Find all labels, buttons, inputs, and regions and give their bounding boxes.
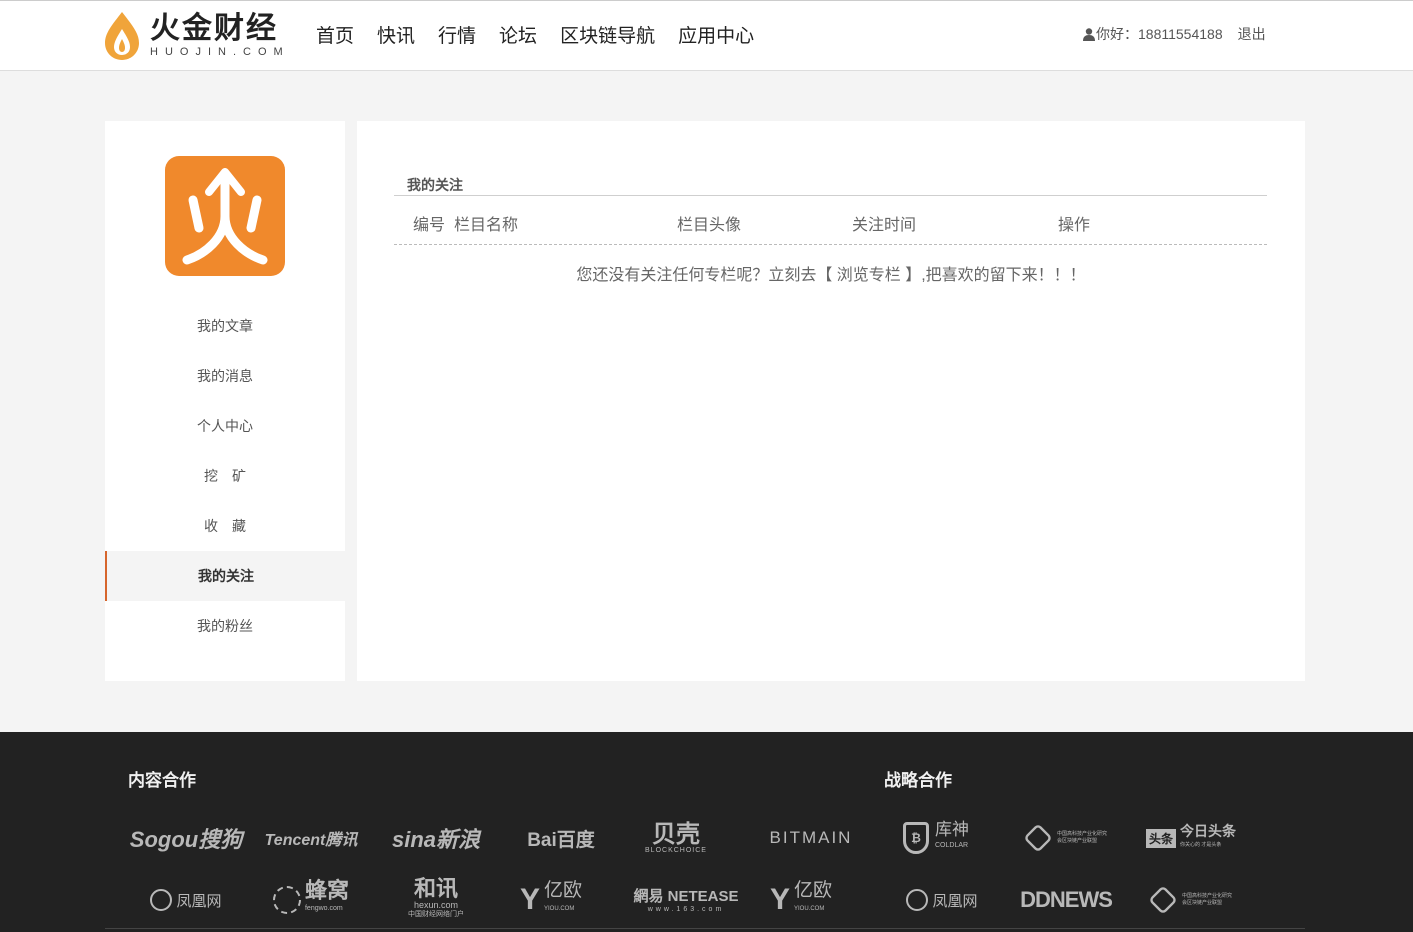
footer-divider: [105, 928, 1305, 929]
fengwo-net-icon: [272, 886, 301, 914]
footer: 内容合作 战略合作 Sogou搜狗 Tencent腾讯 sina新浪 Bai百度…: [0, 732, 1413, 932]
avatar-logo-icon: [182, 168, 268, 265]
partner-logo-baidu[interactable]: Bai百度: [501, 818, 621, 858]
column-header-number: 编号: [413, 217, 446, 234]
partner-baidu-text: Bai百度: [527, 829, 595, 851]
sidebar-item-my-messages[interactable]: 我的消息: [105, 351, 345, 401]
content-partners-title: 内容合作: [128, 771, 196, 790]
section-title: 我的关注: [407, 177, 463, 193]
main-nav: 首页 快讯 行情 论坛 区块链导航 应用中心: [316, 25, 777, 49]
partner-netease-text: 網易 NETEASE: [633, 887, 739, 905]
kushen-shield-icon: ₿: [903, 822, 929, 854]
strategic-partners-title: 战略合作: [884, 771, 952, 790]
partner-kushen-text: 库神: [935, 820, 969, 839]
partner-logo-sogou[interactable]: Sogou搜狗: [126, 818, 246, 858]
user-area: 你好：18811554188 退出: [1083, 25, 1266, 43]
column-header-actions: 操作: [1058, 217, 1091, 234]
partner-logo-blockchain-alliance-2[interactable]: 中国高科技产业化研究会区块链产业联盟: [1131, 880, 1251, 920]
partner-netease-sub: www.163.com: [647, 905, 725, 913]
ifeng-swirl-icon-2: [906, 889, 929, 911]
partner-sogou-text: Sogou搜狗: [129, 827, 243, 852]
partner-sina-text: sina新浪: [391, 827, 481, 852]
empty-message-prefix: 您还没有关注任何专栏呢？立刻去【: [576, 267, 833, 284]
nav-forum[interactable]: 论坛: [499, 25, 537, 49]
partner-logo-toutiao[interactable]: 头条 今日头条 你关心的 才是头条: [1131, 818, 1251, 858]
avatar[interactable]: [165, 156, 285, 276]
partner-logo-fengwo[interactable]: 蜂窝 fengwo.com: [251, 880, 371, 920]
nav-app-center[interactable]: 应用中心: [678, 25, 754, 49]
toutiao-box-icon: 头条: [1145, 828, 1176, 848]
partner-logo-yiou-1[interactable]: Y 亿欧 YIOU.COM: [491, 880, 611, 920]
site-logo[interactable]: 火金财经 HUOJIN.COM: [104, 11, 294, 63]
title-divider: [394, 195, 1267, 196]
sidebar-item-my-fans[interactable]: 我的粉丝: [105, 601, 345, 651]
partner-hexun-sub: 中国财经网络门户: [408, 910, 464, 918]
ifeng-swirl-icon: [150, 889, 173, 911]
logout-link[interactable]: 退出: [1238, 25, 1266, 43]
partner-logo-tencent[interactable]: Tencent腾讯: [251, 818, 371, 858]
column-header-column-name: 栏目名称: [454, 217, 519, 234]
partner-fengwo-text: 蜂窝: [304, 878, 349, 903]
partner-ifeng-2-text: 凤凰网: [932, 892, 978, 910]
nav-blockchain-directory[interactable]: 区块链导航: [560, 25, 655, 49]
sidebar-item-my-follows[interactable]: 我的关注: [105, 551, 345, 601]
partner-logo-ifeng-2[interactable]: 凤凰网: [882, 880, 1002, 920]
alliance-hex-icon: [1023, 823, 1053, 853]
partner-fengwo-sub: fengwo.com: [304, 905, 343, 912]
nav-market[interactable]: 行情: [438, 25, 476, 49]
partner-beike-sub: BLOCKCHOICE: [645, 846, 707, 854]
sidebar-item-my-articles[interactable]: 我的文章: [105, 301, 345, 351]
partner-alliance-2-text: 中国高科技产业化研究会区块链产业联盟: [1182, 893, 1233, 906]
partner-logo-ddnews[interactable]: DDNEWS: [1006, 880, 1126, 920]
user-icon: [1083, 27, 1095, 41]
browse-columns-link[interactable]: 浏览专栏: [832, 267, 905, 284]
partner-yiou-2-sub: YIOU.COM: [794, 906, 825, 912]
partner-tencent-text: Tencent腾讯: [264, 832, 358, 849]
sidebar-item-favorites[interactable]: 收 藏: [105, 501, 345, 551]
flame-logo-icon: [105, 12, 139, 60]
partner-yiou-sub: YIOU.COM: [544, 906, 575, 912]
column-header-follow-time: 关注时间: [852, 217, 917, 234]
main-panel: 我的关注 编号 栏目名称 栏目头像 关注时间 操作 您还没有关注任何专栏呢？立刻…: [357, 121, 1305, 681]
header-dashed-divider: [394, 244, 1267, 245]
nav-flash-news[interactable]: 快讯: [377, 25, 415, 49]
column-header-column-avatar: 栏目头像: [677, 217, 742, 234]
partner-logo-hexun[interactable]: 和讯 hexun.com 中国财经网络门户: [376, 875, 496, 918]
yiou-y-icon: Y: [519, 883, 540, 916]
partner-logo-bitmain[interactable]: BITMAIN: [751, 818, 871, 858]
empty-state-message: 您还没有关注任何专栏呢？立刻去【 浏览专栏 】,把喜欢的留下来！！！: [357, 261, 1305, 285]
partner-alliance-text: 中国高科技产业化研究会区块链产业联盟: [1057, 831, 1108, 844]
user-sidebar: 我的文章 我的消息 个人中心 挖 矿 收 藏 我的关注 我的粉丝: [105, 121, 345, 681]
sidebar-item-mining[interactable]: 挖 矿: [105, 451, 345, 501]
partner-kushen-sub: COLDLAR: [935, 842, 969, 849]
partner-logo-kushen[interactable]: ₿ 库神 COLDLAR: [876, 818, 996, 858]
logo-text-cn: 火金财经: [150, 12, 278, 45]
nav-home[interactable]: 首页: [316, 25, 354, 49]
partner-bitmain-text: BITMAIN: [769, 828, 853, 847]
partner-logo-ifeng[interactable]: 凤凰网: [126, 880, 246, 920]
partner-toutiao-text: 今日头条: [1180, 823, 1236, 839]
empty-message-suffix: 】,把喜欢的留下来！！！: [905, 267, 1086, 284]
partner-beike-text: 贝壳: [652, 820, 700, 848]
partner-logo-yiou-2[interactable]: Y 亿欧 YIOU.COM: [741, 880, 861, 920]
logo-text-en: HUOJIN.COM: [150, 46, 290, 58]
partner-yiou-2-text: 亿欧: [794, 880, 833, 901]
partner-hexun-text: 和讯: [413, 875, 458, 901]
yiou-y-icon-2: Y: [769, 883, 790, 916]
partner-logo-netease[interactable]: 網易 NETEASE www.163.com: [626, 880, 746, 920]
partner-logo-beike[interactable]: 贝壳 BLOCKCHOICE: [616, 818, 736, 858]
partner-hexun-domain: hexun.com: [413, 899, 459, 910]
partner-logo-blockchain-alliance[interactable]: 中国高科技产业化研究会区块链产业联盟: [1006, 818, 1126, 858]
sidebar-item-personal-center[interactable]: 个人中心: [105, 401, 345, 451]
partner-yiou-text: 亿欧: [544, 880, 583, 901]
partner-toutiao-sub: 你关心的 才是头条: [1180, 842, 1222, 848]
partner-logo-sina[interactable]: sina新浪: [376, 818, 496, 858]
user-greeting[interactable]: 你好：18811554188: [1096, 25, 1223, 43]
partner-ifeng-text: 凤凰网: [176, 892, 222, 910]
top-header: 火金财经 HUOJIN.COM 首页 快讯 行情 论坛 区块链导航 应用中心 你…: [0, 0, 1413, 71]
alliance-hex-icon-2: [1148, 885, 1178, 915]
partner-ddnews-text: DDNEWS: [1020, 887, 1113, 912]
